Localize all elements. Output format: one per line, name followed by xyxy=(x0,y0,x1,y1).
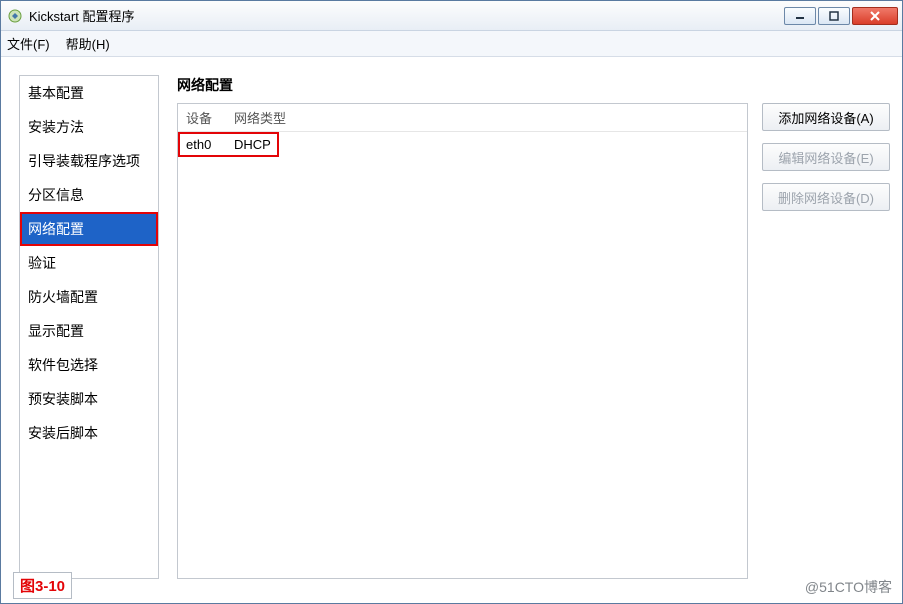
cell-type: DHCP xyxy=(234,137,271,152)
minimize-button[interactable] xyxy=(784,7,816,25)
window-title: Kickstart 配置程序 xyxy=(29,6,134,25)
col-device[interactable]: 设备 xyxy=(186,108,234,127)
edit-device-button: 编辑网络设备(E) xyxy=(762,143,890,171)
main-row: 设备 网络类型 eth0 DHCP 添加网络设备(A) 编辑网络设备(E) 删除… xyxy=(177,103,890,579)
sidebar-item-partition[interactable]: 分区信息 xyxy=(20,178,158,212)
delete-device-button: 删除网络设备(D) xyxy=(762,183,890,211)
button-column: 添加网络设备(A) 编辑网络设备(E) 删除网络设备(D) xyxy=(762,103,890,579)
close-button[interactable] xyxy=(852,7,898,25)
app-window: Kickstart 配置程序 文件(F) 帮助(H) 基本配置 安装方法 引导装… xyxy=(0,0,903,604)
sidebar: 基本配置 安装方法 引导装载程序选项 分区信息 网络配置 验证 防火墙配置 显示… xyxy=(19,75,159,579)
figure-label: 图3-10 xyxy=(13,572,72,599)
sidebar-item-network[interactable]: 网络配置 xyxy=(20,212,158,246)
table-header: 设备 网络类型 xyxy=(178,104,747,132)
cell-device: eth0 xyxy=(186,137,234,152)
device-table[interactable]: 设备 网络类型 eth0 DHCP xyxy=(177,103,748,579)
sidebar-item-install[interactable]: 安装方法 xyxy=(20,110,158,144)
main-title: 网络配置 xyxy=(177,75,890,95)
sidebar-item-display[interactable]: 显示配置 xyxy=(20,314,158,348)
watermark: @51CTO博客 xyxy=(805,577,892,597)
sidebar-item-auth[interactable]: 验证 xyxy=(20,246,158,280)
sidebar-item-bootloader[interactable]: 引导装载程序选项 xyxy=(20,144,158,178)
sidebar-item-packages[interactable]: 软件包选择 xyxy=(20,348,158,382)
col-type[interactable]: 网络类型 xyxy=(234,108,286,127)
sidebar-item-postscript[interactable]: 安装后脚本 xyxy=(20,416,158,450)
sidebar-item-basic[interactable]: 基本配置 xyxy=(20,76,158,110)
maximize-button[interactable] xyxy=(818,7,850,25)
add-device-button[interactable]: 添加网络设备(A) xyxy=(762,103,890,131)
menu-help[interactable]: 帮助(H) xyxy=(66,34,110,53)
table-row[interactable]: eth0 DHCP xyxy=(178,132,279,157)
sidebar-item-firewall[interactable]: 防火墙配置 xyxy=(20,280,158,314)
menu-file[interactable]: 文件(F) xyxy=(7,34,50,53)
main-panel: 网络配置 设备 网络类型 eth0 DHCP 添加网络设备(A) xyxy=(177,75,890,579)
window-buttons xyxy=(784,7,898,25)
menubar: 文件(F) 帮助(H) xyxy=(1,31,902,57)
table-body: eth0 DHCP xyxy=(178,132,747,578)
sidebar-item-prescript[interactable]: 预安装脚本 xyxy=(20,382,158,416)
body: 基本配置 安装方法 引导装载程序选项 分区信息 网络配置 验证 防火墙配置 显示… xyxy=(1,57,902,603)
app-icon xyxy=(7,8,23,24)
titlebar: Kickstart 配置程序 xyxy=(1,1,902,31)
